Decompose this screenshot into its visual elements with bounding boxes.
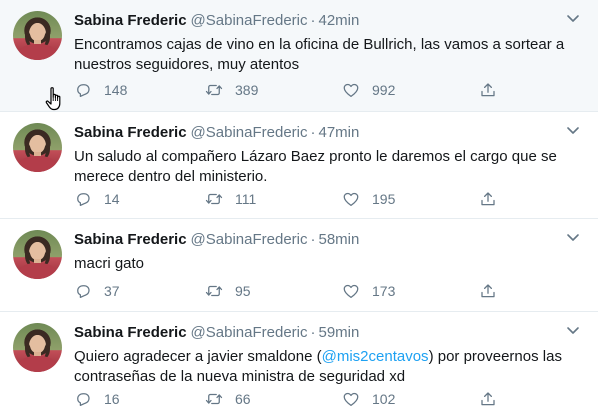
reply-button[interactable]: 14 [74, 189, 120, 209]
like-button[interactable]: 195 [342, 189, 395, 209]
chevron-down-icon[interactable] [566, 233, 580, 243]
tweet[interactable]: Sabina Frederic @SabinaFrederic · 58min mac… [0, 219, 598, 312]
heart-icon [343, 392, 359, 407]
display-name[interactable]: Sabina Frederic [74, 124, 187, 141]
share-icon [481, 284, 495, 298]
tweet-actions: 37 95 173 [74, 281, 514, 301]
avatar[interactable] [13, 323, 62, 372]
retweet-icon [205, 84, 223, 96]
tweet-header: Sabina Frederic @SabinaFrederic · 42min [74, 12, 359, 30]
retweet-count: 66 [235, 391, 251, 407]
chevron-down-icon[interactable] [566, 326, 580, 336]
reply-count: 14 [104, 191, 120, 207]
retweet-button[interactable]: 66 [205, 389, 251, 409]
like-button[interactable]: 992 [342, 80, 395, 100]
reply-icon [77, 393, 90, 407]
retweet-button[interactable]: 95 [205, 281, 251, 301]
avatar[interactable] [13, 123, 62, 172]
like-button[interactable]: 102 [342, 389, 395, 409]
tweet-text: macri gato [74, 254, 574, 274]
like-button[interactable]: 173 [342, 281, 395, 301]
tweet-header: Sabina Frederic @SabinaFrederic · 59min [74, 324, 359, 342]
retweet-icon [205, 393, 223, 405]
reply-button[interactable]: 148 [74, 80, 127, 100]
reply-count: 16 [104, 391, 120, 407]
tweet[interactable]: Sabina Frederic @SabinaFrederic · 47min Un … [0, 112, 598, 219]
like-count: 102 [372, 391, 396, 407]
reply-icon [77, 193, 90, 207]
tweet-text: Quiero agradecer a javier smaldone (@mis… [74, 347, 574, 387]
tweet-header: Sabina Frederic @SabinaFrederic · 58min [74, 231, 359, 249]
heart-icon [343, 192, 359, 207]
tweet-text-content: macri gato [74, 255, 145, 272]
display-name[interactable]: Sabina Frederic [74, 324, 187, 341]
reply-count: 37 [104, 283, 120, 299]
heart-icon [343, 83, 359, 98]
reply-icon [77, 84, 90, 98]
tweet-header: Sabina Frederic @SabinaFrederic · 47min [74, 124, 359, 142]
avatar[interactable] [13, 11, 62, 60]
reply-count: 148 [104, 82, 128, 98]
chevron-down-icon[interactable] [566, 14, 580, 24]
tweet-actions: 14 111 195 [74, 189, 514, 209]
username[interactable]: @SabinaFrederic [191, 231, 308, 248]
retweet-icon [205, 285, 223, 297]
tweet-actions: 16 66 102 [74, 389, 514, 409]
avatar[interactable] [13, 230, 62, 279]
username[interactable]: @SabinaFrederic [191, 324, 308, 341]
retweet-count: 95 [235, 283, 251, 299]
tweet-actions: 148 389 992 [74, 80, 514, 100]
retweet-icon [205, 193, 223, 205]
share-icon [481, 392, 495, 406]
share-button[interactable] [479, 80, 497, 100]
display-name[interactable]: Sabina Frederic [74, 12, 187, 29]
timestamp[interactable]: 42min [319, 12, 360, 29]
share-button[interactable] [479, 189, 497, 209]
retweet-count: 111 [235, 191, 257, 207]
retweet-button[interactable]: 389 [205, 80, 258, 100]
retweet-count: 389 [235, 82, 259, 98]
heart-icon [343, 284, 359, 299]
tweet[interactable]: Sabina Frederic @SabinaFrederic · 42min Enc… [0, 0, 598, 112]
tweet-text-content: Encontramos cajas de vino en la oficina … [74, 36, 565, 73]
share-button[interactable] [479, 389, 497, 409]
share-icon [481, 192, 495, 206]
like-count: 173 [372, 283, 396, 299]
separator-dot: · [310, 231, 316, 248]
hand-pointer-icon [45, 87, 61, 111]
tweet-text: Un saludo al compañero Lázaro Baez pront… [74, 147, 574, 187]
timestamp[interactable]: 58min [319, 231, 360, 248]
username[interactable]: @SabinaFrederic [191, 12, 308, 29]
share-button[interactable] [479, 281, 497, 301]
username[interactable]: @SabinaFrederic [191, 124, 308, 141]
reply-icon [77, 285, 90, 299]
display-name[interactable]: Sabina Frederic [74, 231, 187, 248]
tweet-text-before: Quiero agradecer a javier smaldone ( [74, 348, 322, 365]
reply-button[interactable]: 37 [74, 281, 120, 301]
separator-dot: · [310, 324, 316, 341]
tweet-text-content: Un saludo al compañero Lázaro Baez pront… [74, 148, 557, 185]
like-count: 992 [372, 82, 396, 98]
separator-dot: · [310, 124, 316, 141]
timestamp[interactable]: 59min [319, 324, 360, 341]
tweet-feed: Sabina Frederic @SabinaFrederic · 42min Enc… [0, 0, 598, 418]
retweet-button[interactable]: 111 [205, 189, 256, 209]
share-icon [481, 83, 495, 97]
like-count: 195 [372, 191, 396, 207]
mention-link[interactable]: @mis2centavos [322, 348, 429, 365]
separator-dot: · [310, 12, 316, 29]
tweet[interactable]: Sabina Frederic @SabinaFrederic · 59min Qui… [0, 312, 598, 418]
reply-button[interactable]: 16 [74, 389, 120, 409]
timestamp[interactable]: 47min [319, 124, 360, 141]
chevron-down-icon[interactable] [566, 126, 580, 136]
tweet-text: Encontramos cajas de vino en la oficina … [74, 35, 574, 75]
